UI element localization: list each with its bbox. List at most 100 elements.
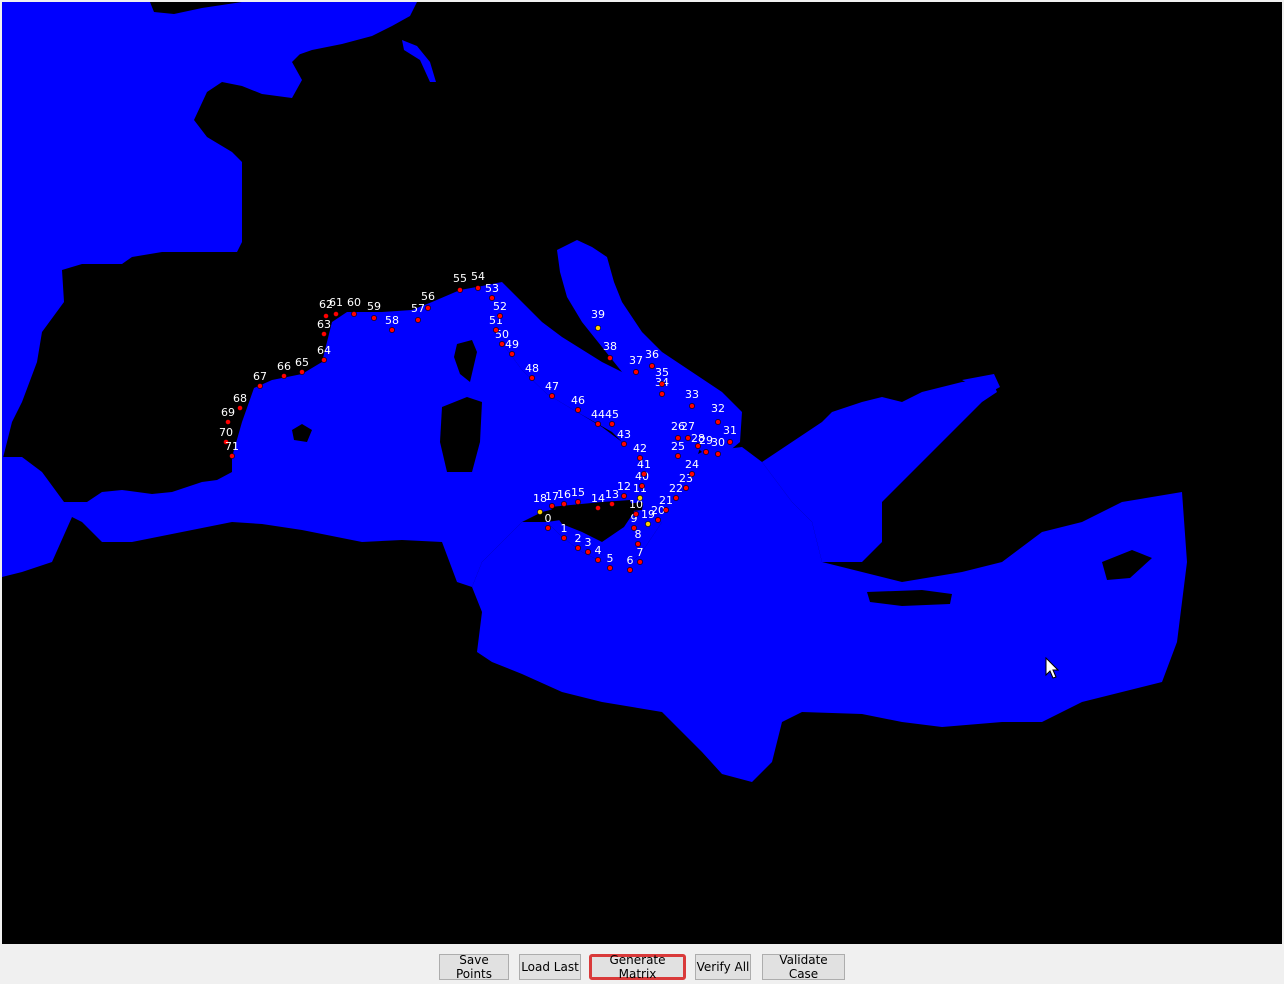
map-point-2[interactable] [575,545,581,551]
map-point-22[interactable] [673,495,679,501]
map-point-0[interactable] [545,525,551,531]
map-point-label: 4 [595,544,602,557]
map-point-59[interactable] [371,315,377,321]
map-point-64[interactable] [321,357,327,363]
map-point-41[interactable] [641,471,647,477]
map-point-33[interactable] [689,403,695,409]
map-point-16[interactable] [561,501,567,507]
map-point-50[interactable] [499,341,505,347]
map-point-58[interactable] [389,327,395,333]
map-point-6[interactable] [627,567,633,573]
map-point-label: 55 [453,272,467,285]
map-point-3[interactable] [585,549,591,555]
map-point-39[interactable] [595,325,601,331]
map-point-label: 71 [225,440,239,453]
map-point-71[interactable] [229,453,235,459]
map-point-30[interactable] [715,451,721,457]
mediterranean-map[interactable]: 012 345 6789101112131415161718192021222324… [2,2,1282,944]
map-point-24[interactable] [689,471,695,477]
map-point-31[interactable] [727,439,733,445]
map-point-8[interactable] [635,541,641,547]
map-point-47[interactable] [549,393,555,399]
map-point-29[interactable] [703,449,709,455]
map-point-55[interactable] [457,287,463,293]
map-point-17[interactable] [549,503,555,509]
map-point-67[interactable] [257,383,263,389]
map-point-label: 0 [545,512,552,525]
map-point-38[interactable] [607,355,613,361]
map-point-7[interactable] [637,559,643,565]
map-point-52[interactable] [497,313,503,319]
map-point-12[interactable] [621,493,627,499]
map-point-label: 24 [685,458,699,471]
map-point-27[interactable] [685,435,691,441]
map-point-21[interactable] [663,507,669,513]
map-point-35[interactable] [659,381,665,387]
map-point-23[interactable] [683,485,689,491]
generate-matrix-button[interactable]: Generate Matrix [589,953,686,981]
map-point-label: 32 [711,402,725,415]
map-point-32[interactable] [715,419,721,425]
map-point-65[interactable] [299,369,305,375]
load-last-button[interactable]: Load Last [519,954,581,980]
map-point-37[interactable] [633,369,639,375]
map-point-69[interactable] [225,419,231,425]
map-point-15[interactable] [575,499,581,505]
verify-all-button[interactable]: Verify All [695,954,751,980]
save-points-button[interactable]: Save Points [439,953,509,981]
map-point-19[interactable] [645,521,651,527]
map-point-68[interactable] [237,405,243,411]
map-point-label: 52 [493,300,507,313]
map-point-label: 5 [607,552,614,565]
map-point-9[interactable] [631,525,637,531]
map-point-49[interactable] [509,351,515,357]
water-region [2,2,1187,782]
map-point-1[interactable] [561,535,567,541]
map-point-54[interactable] [475,285,481,291]
map-point-14[interactable] [595,505,601,511]
map-point-label: 45 [605,408,619,421]
map-point-25[interactable] [675,453,681,459]
map-point-61[interactable] [333,311,339,317]
map-point-label: 54 [471,270,485,283]
map-point-57[interactable] [415,317,421,323]
map-point-51[interactable] [493,327,499,333]
map-point-40[interactable] [639,483,645,489]
map-point-label: 35 [655,366,669,379]
map-point-20[interactable] [655,517,661,523]
validate-case-button[interactable]: Validate Case [762,953,845,981]
map-point-66[interactable] [281,373,287,379]
map-point-63[interactable] [321,331,327,337]
map-point-45[interactable] [609,421,615,427]
map-point-26[interactable] [675,435,681,441]
map-point-label: 21 [659,494,673,507]
map-point-11[interactable] [637,495,643,501]
map-point-label: 13 [605,488,619,501]
map-point-10[interactable] [633,511,639,517]
map-point-42[interactable] [637,455,643,461]
map-point-48[interactable] [529,375,535,381]
map-point-label: 15 [571,486,585,499]
map-point-label: 17 [545,490,559,503]
map-point-36[interactable] [649,363,655,369]
map-point-label: 16 [557,488,571,501]
map-point-label: 33 [685,388,699,401]
map-point-56[interactable] [425,305,431,311]
map-point-label: 25 [671,440,685,453]
map-point-44[interactable] [595,421,601,427]
map-canvas[interactable]: 0 1 2 3 4 5 6 7 8 9 10 11 12 13 14 15 16 17 18 19 20 21 22 23 24… [2,2,1282,944]
map-point-34[interactable] [659,391,665,397]
map-point-43[interactable] [621,441,627,447]
map-point-46[interactable] [575,407,581,413]
map-point-18[interactable] [537,509,543,515]
map-point-label: 60 [347,296,361,309]
map-point-4[interactable] [595,557,601,563]
map-point-53[interactable] [489,295,495,301]
map-point-5[interactable] [607,565,613,571]
map-point-60[interactable] [351,311,357,317]
bottom-toolbar: Save Points Load Last Generate Matrix Ve… [0,944,1284,984]
arrow-cursor-icon [1045,656,1060,683]
map-point-label: 30 [711,436,725,449]
map-point-13[interactable] [609,501,615,507]
map-point-label: 63 [317,318,331,331]
